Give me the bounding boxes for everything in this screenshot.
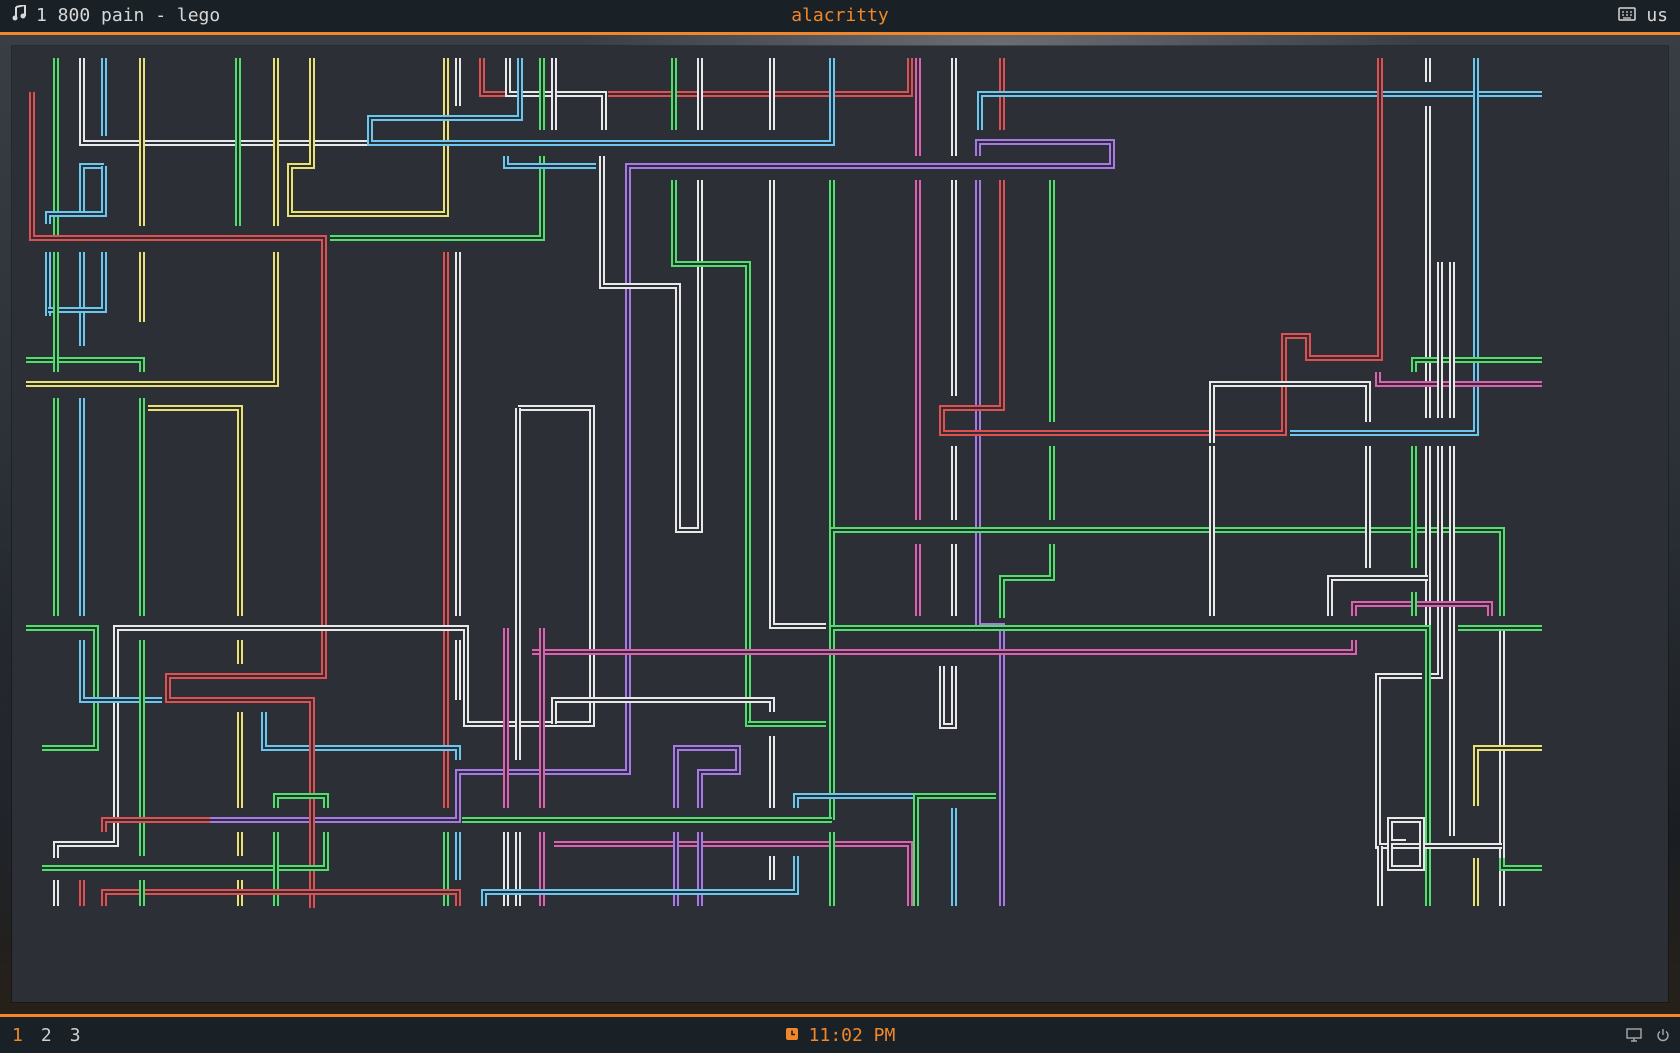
clock-icon [785, 1025, 799, 1046]
monitor-icon[interactable] [1626, 1026, 1642, 1047]
pipe-segment [551, 697, 775, 724]
now-playing-text: 1 800 pain - lego [36, 5, 221, 26]
pipe-segment [671, 180, 826, 727]
pipe-segment [977, 91, 1542, 130]
keyboard-layout-label: us [1646, 5, 1668, 26]
pipe-segment [1499, 625, 1542, 906]
window-title: alacritty [791, 5, 889, 26]
pipe-segment [793, 793, 916, 808]
pipe-segment [829, 625, 1431, 906]
pipe-segment [1351, 601, 1493, 616]
pipe-segment [599, 156, 703, 533]
pipe-segment [26, 252, 279, 387]
pipe-segment [273, 793, 329, 808]
power-icon[interactable] [1656, 1026, 1670, 1047]
workspace-switcher: 1 2 3 [12, 1025, 81, 1046]
pipe-segment [769, 180, 826, 629]
now-playing-widget[interactable]: 1 800 pain - lego [12, 3, 221, 26]
pipe-segment [532, 640, 1357, 655]
workspace-2[interactable]: 2 [41, 1025, 52, 1046]
pipe-segment [1473, 745, 1542, 806]
pipe-segment [939, 666, 957, 729]
workspace-1[interactable]: 1 [12, 1025, 23, 1046]
pipe-segment [986, 58, 1383, 436]
pipe-segment [481, 856, 799, 906]
pipe-segment [1499, 858, 1542, 871]
pipe-segment [673, 745, 741, 808]
pipes-screensaver-canvas [26, 58, 1542, 908]
pipe-segment [999, 544, 1055, 618]
workspace-3[interactable]: 3 [70, 1025, 81, 1046]
top-status-bar: 1 800 pain - lego alacritty us [0, 0, 1680, 35]
keyboard-layout-widget[interactable]: us [1618, 5, 1668, 26]
bottom-status-bar: 1 2 3 11:02 PM [0, 1014, 1680, 1053]
clock-widget[interactable]: 11:02 PM [785, 1025, 896, 1046]
pipe-segment [42, 832, 329, 871]
pipe-segment [608, 58, 913, 97]
pipe-segment [261, 712, 461, 760]
pipe-segment [79, 163, 104, 216]
pipe-segment [554, 841, 913, 906]
pipe-segment [101, 817, 210, 832]
pipe-segment [479, 58, 506, 97]
pipe-segment [26, 357, 145, 372]
clock-time: 11:02 PM [808, 1025, 896, 1046]
pipe-segment [148, 405, 243, 616]
pipe-segment [503, 156, 596, 169]
terminal-window[interactable] [12, 46, 1668, 1002]
pipe-segment [1375, 372, 1542, 387]
pipe-segment [101, 889, 461, 906]
keyboard-icon [1618, 5, 1637, 26]
pipe-segment [26, 625, 99, 751]
music-note-icon [12, 3, 26, 26]
pipe-segment [79, 58, 370, 146]
